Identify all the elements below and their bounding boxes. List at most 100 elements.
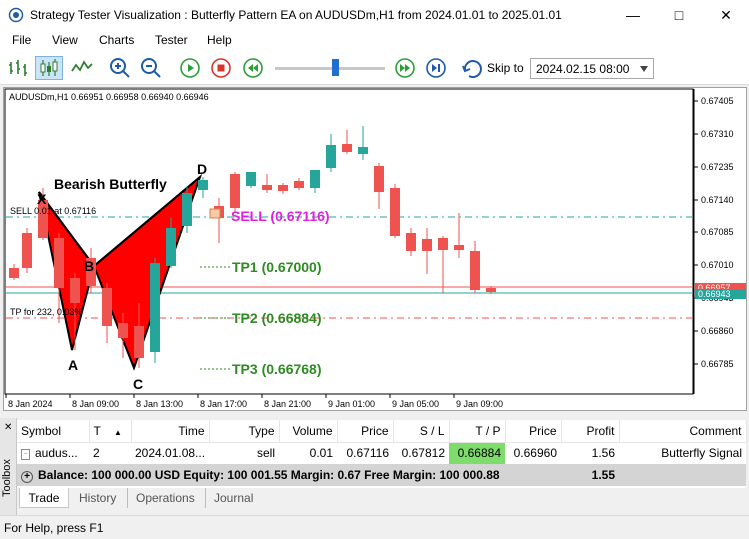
candle-body [438, 238, 448, 250]
toolbox-strip: ✕ Toolbox [0, 418, 17, 515]
menu-help[interactable]: Help [207, 33, 232, 47]
cell-current-price: 0.66960 [513, 446, 557, 461]
table-row[interactable]: − audus... 2 2024.01.08... sell 0.01 0.67… [17, 442, 746, 464]
symbol-info: AUDUSDm,H1 0.66951 0.66958 0.66940 0.669… [9, 92, 209, 102]
candle-body [294, 181, 304, 188]
rewind-icon[interactable] [241, 56, 265, 80]
balance-empty [619, 464, 746, 486]
menu-file[interactable]: File [12, 33, 31, 47]
price-tick-label: 0.67310 [701, 129, 734, 139]
menu-tester[interactable]: Tester [155, 33, 188, 47]
price-tick-label: 0.66785 [701, 359, 734, 369]
price-tick-label: 0.67235 [701, 162, 734, 172]
col-time[interactable]: Time [131, 420, 210, 443]
col-profit[interactable]: Profit [561, 420, 620, 443]
speed-slider-track[interactable] [275, 67, 385, 70]
col-current-price[interactable]: Price [505, 420, 562, 443]
close-button[interactable]: ✕ [703, 0, 749, 30]
zoom-in-icon[interactable] [108, 56, 132, 80]
col-volume[interactable]: Volume [279, 420, 338, 443]
candle-body [310, 170, 320, 188]
skip-end-icon[interactable] [424, 56, 448, 80]
chart-panel[interactable]: Bearish Butterfly X A B C D SELL (0.6711… [3, 87, 747, 411]
bar-chart-icon[interactable] [6, 56, 30, 80]
terminal-tabs: Trade History Operations Journal [17, 488, 746, 510]
candle-body [390, 188, 400, 236]
cell-price: 0.67116 [346, 446, 390, 461]
tp3-label: TP3 (0.66768) [232, 361, 322, 377]
cell-profit: 1.56 [591, 446, 615, 461]
tab-journal[interactable]: Journal [205, 488, 253, 508]
point-label-d: D [197, 161, 207, 177]
tab-history[interactable]: History [79, 488, 116, 508]
play-icon[interactable] [178, 56, 202, 80]
time-tick-label: 8 Jan 21:00 [264, 399, 311, 409]
cell-comment: Butterfly Signal [661, 446, 742, 461]
zoom-out-icon[interactable] [139, 56, 163, 80]
col-symbol[interactable]: Symbol [17, 420, 90, 443]
candle-body [54, 238, 64, 288]
current-price-tag-text: 0.66943 [698, 289, 731, 299]
pattern-title: Bearish Butterfly [54, 176, 167, 192]
maximize-button[interactable]: □ [656, 0, 702, 30]
balance-profit: 1.55 [591, 468, 615, 482]
fast-forward-icon[interactable] [393, 56, 417, 80]
cell-symbol: − audus... [17, 442, 89, 464]
speed-slider-thumb[interactable] [332, 59, 339, 76]
trade-grid: Symbol T ▲ Time Type Volume Price S / L … [17, 420, 747, 488]
menu-charts[interactable]: Charts [99, 33, 134, 47]
status-bar: For Help, press F1 [0, 515, 749, 539]
cell-volume: 0.01 [309, 446, 333, 461]
col-type[interactable]: Type [209, 420, 280, 443]
time-axis-ticks: 8 Jan 2024 8 Jan 09:00 8 Jan 13:00 8 Jan 17… [5, 394, 503, 409]
plot-area [4, 88, 694, 395]
skip-to-label: Skip to [487, 61, 524, 75]
candle-body [374, 166, 384, 192]
toolbox-label: Toolbox [1, 459, 13, 497]
col-type-short[interactable]: T ▲ [89, 420, 132, 443]
sell-arrow-marker [209, 208, 221, 219]
col-price[interactable]: Price [337, 420, 394, 443]
candle-body [22, 233, 32, 268]
candle-body [262, 185, 272, 190]
candlestick-chart-icon[interactable] [35, 56, 63, 80]
candle-body [166, 228, 176, 266]
col-sl[interactable]: S / L [393, 420, 450, 443]
time-tick-label: 8 Jan 17:00 [200, 399, 247, 409]
menu-view[interactable]: View [52, 33, 78, 47]
stop-icon[interactable] [209, 56, 233, 80]
balance-row: + Balance: 100 000.00 USD Equity: 100 001… [17, 464, 746, 486]
candle-body [470, 251, 480, 290]
price-tick-label: 0.67085 [701, 227, 734, 237]
candle-body [278, 185, 288, 191]
skip-to-date-value: 2024.02.15 08:00 [536, 62, 630, 76]
status-text: For Help, press F1 [4, 521, 104, 535]
point-label-a: A [68, 357, 78, 373]
tab-trade[interactable]: Trade [19, 488, 69, 508]
candle-body [102, 288, 112, 326]
skip-to-date-input[interactable]: 2024.02.15 08:00 [530, 58, 654, 79]
toolbox-close-icon[interactable]: ✕ [4, 422, 12, 433]
line-chart-icon[interactable] [70, 56, 94, 80]
order-icon: − [21, 448, 30, 460]
point-label-b: B [84, 258, 94, 274]
candle-body [486, 288, 496, 292]
price-chart[interactable]: Bearish Butterfly X A B C D SELL (0.6711… [4, 88, 746, 410]
price-tick-label: 0.67140 [701, 195, 734, 205]
point-label-x: X [37, 191, 47, 207]
minimize-button[interactable]: — [610, 0, 656, 30]
skip-to-icon[interactable] [461, 56, 485, 80]
cell-type: sell [256, 446, 275, 461]
candle-body [422, 239, 432, 251]
candle-body [70, 278, 80, 303]
col-comment[interactable]: Comment [619, 420, 747, 443]
balance-expand-icon: + [21, 470, 33, 483]
tab-operations[interactable]: Operations [127, 488, 195, 508]
candle-body [326, 145, 336, 168]
candle-body [246, 172, 256, 186]
col-tp[interactable]: T / P [449, 420, 506, 443]
candle-body [406, 233, 416, 251]
calendar-dropdown-icon[interactable] [638, 64, 650, 74]
tp2-label: TP2 (0.66884) [232, 310, 322, 326]
sell-label: SELL (0.67116) [231, 208, 330, 224]
